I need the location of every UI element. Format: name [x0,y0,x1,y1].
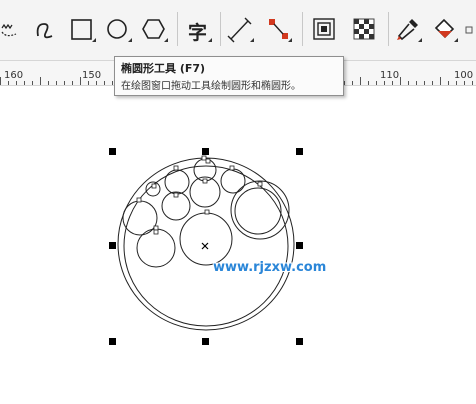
interactive-fill-tool-button[interactable] [430,14,460,46]
ruler-tick [392,81,393,85]
ruler-tick [64,81,65,85]
dimension-icon [227,17,254,43]
selection-handle-top[interactable] [202,148,209,155]
toolbar-separator [177,12,178,46]
tooltip: 椭圆形工具 (F7) 在绘图窗口拖动工具绘制圆形和椭圆形。 [114,56,344,96]
ellipse-icon [107,19,132,42]
ruler-tick [432,81,433,85]
small-circle [220,168,246,194]
ruler-tick [472,81,473,85]
rectangle-icon [71,19,96,42]
drawing-canvas[interactable] [0,86,476,404]
ruler-tick [96,81,97,85]
center-circle [179,212,233,266]
center-mark [201,242,209,250]
ruler-tick [48,81,49,85]
freehand-icon [1,23,17,37]
selection-handle-right[interactable] [296,242,303,249]
ruler-tick [16,81,17,85]
toolbar: 字 [0,0,476,60]
smart-draw-icon [36,23,53,39]
ruler-tick [368,81,369,85]
ruler-label: 150 [82,70,102,81]
small-circle [193,158,217,182]
polygon-tool-button[interactable] [140,14,170,46]
polygon-icon [142,19,168,42]
right-circle [230,180,290,240]
ruler-tick [88,81,89,85]
watermark-text: www.rjzxw.com [213,260,327,275]
ruler-tick [384,81,385,85]
outer-circle [117,157,295,331]
ruler-tick [40,77,41,85]
selection-handle-top-right[interactable] [296,148,303,155]
ruler-tick [456,81,457,85]
connector-icon [269,19,292,42]
eyedropper-icon [397,19,422,42]
selection-handle-bottom[interactable] [202,338,209,345]
transparency-icon [353,18,375,40]
tooltip-title: 椭圆形工具 (F7) [121,62,206,75]
contour-tool-button[interactable] [310,14,340,46]
ruler-tick [344,81,345,85]
ruler-tick [104,81,105,85]
ruler-label: 110 [380,70,400,81]
transparency-tool-button[interactable] [350,14,380,46]
ruler-tick [408,81,409,85]
ruler-tick [72,81,73,85]
ruler-tick [80,77,81,85]
rectangle-tool-button[interactable] [68,14,98,46]
ruler-tick [24,81,25,85]
toolbar-separator [302,12,303,46]
more-tools-button[interactable] [464,14,476,46]
ruler-tick [464,81,465,85]
outer-circle-inner [123,165,289,327]
ruler-tick [424,81,425,85]
ruler-tick [32,81,33,85]
smart-draw-tool-button[interactable] [32,14,62,46]
left-lower-circle [136,228,176,268]
ruler-label: 100 [454,70,474,81]
ruler-tick [8,81,9,85]
selection-handle-top-left[interactable] [109,148,116,155]
text-tool-button[interactable]: 字 [184,14,214,46]
connector-tool-button[interactable] [264,14,294,46]
ruler-tick [56,81,57,85]
freehand-tool-button[interactable] [0,14,30,46]
ruler-label: 160 [4,70,24,81]
ruler-tick [416,81,417,85]
more-icon [465,26,473,34]
ellipse-tool-button[interactable] [104,14,134,46]
toolbar-separator [220,12,221,46]
ruler-tick [400,77,401,85]
right-circle-inner [234,187,282,235]
selection-handle-bottom-left[interactable] [109,338,116,345]
small-circle [164,169,190,195]
toolbar-separator [388,12,389,46]
ruler-tick [0,77,1,85]
ruler-tick [440,77,441,85]
dropdown-arrow-icon [208,38,212,42]
interactive-fill-icon [434,18,458,42]
ruler-tick [448,81,449,85]
selection-handle-left[interactable] [109,242,116,249]
ruler-tick [376,81,377,85]
ruler-tick [352,81,353,85]
selection-handle-bottom-right[interactable] [296,338,303,345]
tooltip-description: 在绘图窗口拖动工具绘制圆形和椭圆形。 [121,81,301,92]
dimension-tool-button[interactable] [226,14,256,46]
contour-icon [313,18,335,40]
eyedropper-tool-button[interactable] [394,14,424,46]
drawing-shapes [117,155,295,331]
ruler-tick [360,77,361,85]
ruler-tick [112,81,113,85]
